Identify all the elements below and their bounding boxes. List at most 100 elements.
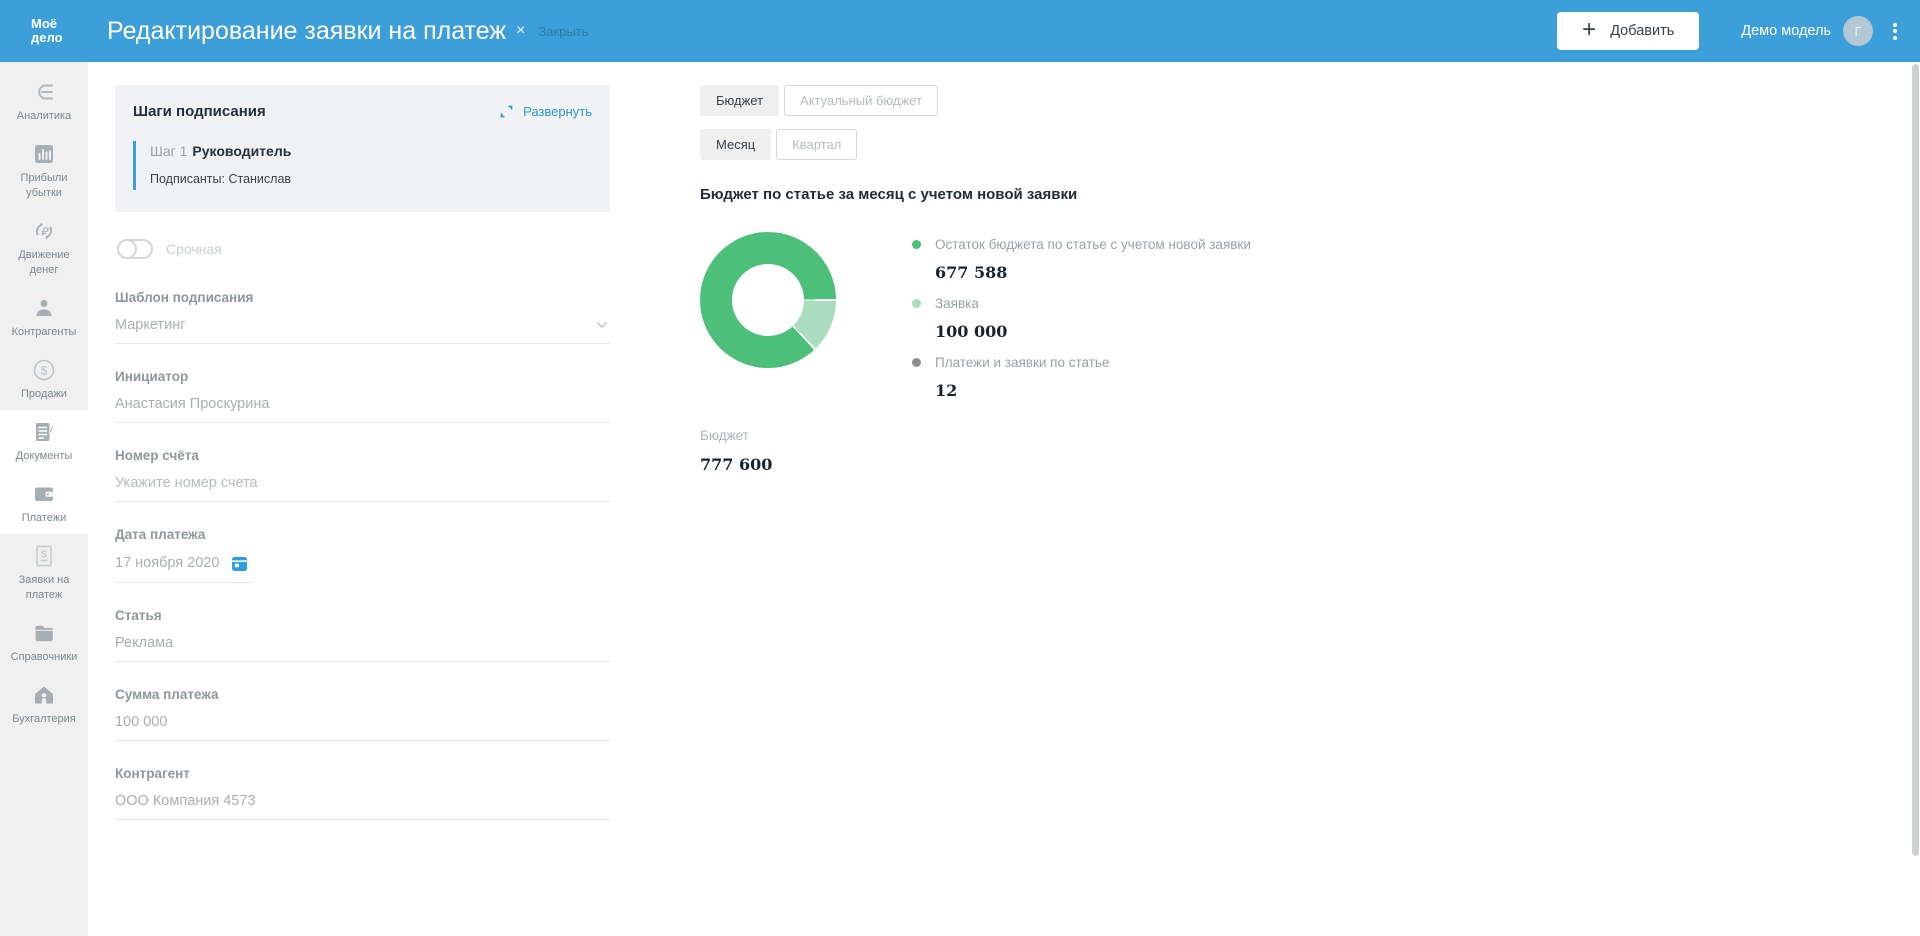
urgent-toggle[interactable] (117, 239, 153, 259)
sidebar-item-directories[interactable]: Справочники (0, 611, 88, 673)
field-value: 100 000 (115, 714, 167, 730)
sidebar-item-label: Документы (16, 449, 73, 464)
profit-loss-icon (32, 141, 56, 167)
article-input[interactable]: Реклама (115, 635, 610, 662)
tab-actual-budget[interactable]: Актуальный бюджет (784, 85, 938, 116)
urgent-toggle-label: Срочная (166, 241, 222, 257)
field-label: Номер счёта (115, 448, 610, 463)
sidebar-item-label: Контрагенты (12, 325, 77, 340)
svg-text:$: $ (41, 364, 48, 378)
field-value: Реклама (115, 635, 173, 651)
field-label: Контрагент (115, 766, 610, 781)
field-initiator: Инициатор Анастасия Проскурина (115, 369, 610, 423)
sidebar-item-label: Платежи (22, 511, 67, 526)
sidebar-item-label: Заявки на платеж (3, 573, 85, 603)
sidebar-item-sales[interactable]: $ Продажи (0, 348, 88, 410)
close-button[interactable]: Закрыть (538, 24, 588, 39)
vertical-scrollbar[interactable] (1912, 64, 1919, 856)
legend-value: 100 000 (935, 322, 1251, 341)
sidebar-item-analytics[interactable]: Аналитика (0, 70, 88, 132)
field-label: Дата платежа (115, 527, 610, 542)
step-signers: Подписанты: Станислав (150, 172, 592, 186)
field-payment-amount: Сумма платежа 100 000 (115, 687, 610, 741)
payment-amount-input[interactable]: 100 000 (115, 714, 610, 741)
contractor-input[interactable]: ООО Компания 4573 (115, 793, 610, 820)
logo-line2: дело (31, 31, 88, 45)
field-account-number: Номер счёта Укажите номер счета (115, 448, 610, 502)
sidebar-item-label: Движение денег (3, 248, 85, 278)
sidebar-item-label: Аналитика (17, 109, 71, 124)
expand-label: Развернуть (523, 104, 592, 119)
legend-dot-green (912, 240, 921, 249)
budget-chart: Остаток бюджета по статье с учетом новой… (700, 232, 1920, 414)
signing-template-select[interactable]: Маркетинг (115, 317, 610, 344)
sidebar-item-documents[interactable]: Документы (0, 410, 88, 472)
accounting-icon (32, 682, 56, 708)
close-icon[interactable]: × (516, 23, 525, 39)
payments-icon (32, 481, 56, 507)
sidebar-item-label: Бухгалтерия (12, 712, 76, 727)
field-value: 17 ноября 2020 (115, 555, 219, 571)
legend-label: Платежи и заявки по статье (935, 355, 1109, 370)
legend-item-remaining: Остаток бюджета по статье с учетом новой… (912, 237, 1251, 282)
expand-icon (499, 104, 514, 119)
expand-button[interactable]: Развернуть (499, 104, 592, 119)
plus-icon: + (1582, 18, 1596, 42)
field-article: Статья Реклама (115, 608, 610, 662)
user-account-label[interactable]: Демо модель (1741, 23, 1831, 39)
field-payment-date: Дата платежа 17 ноября 2020 (115, 527, 610, 583)
payment-date-input[interactable]: 17 ноября 2020 (115, 555, 253, 583)
tab-quarter[interactable]: Квартал (776, 129, 857, 160)
sidebar-item-contractors[interactable]: Контрагенты (0, 286, 88, 348)
sidebar-item-payments[interactable]: Платежи (0, 472, 88, 534)
logo-line1: Моё (31, 17, 88, 31)
sidebar: Аналитика Прибыли убытки ₽ Движение дене… (0, 62, 88, 936)
signing-steps-title: Шаги подписания (133, 103, 266, 120)
avatar[interactable]: Г (1843, 16, 1873, 46)
budget-view-tabs: Бюджет Актуальный бюджет (700, 85, 1920, 116)
field-label: Шаблон подписания (115, 290, 610, 305)
step-role: Руководитель (192, 143, 291, 159)
legend-item-payments: Платежи и заявки по статье 12 (912, 355, 1251, 400)
field-value: Анастасия Проскурина (115, 396, 269, 412)
legend-item-request: Заявка 100 000 (912, 296, 1251, 341)
field-label: Сумма платежа (115, 687, 610, 702)
contractors-icon (32, 295, 56, 321)
signing-step-1: Шаг 1Руководитель Подписанты: Станислав (133, 141, 592, 190)
legend-label: Заявка (935, 296, 979, 311)
analytics-icon (32, 79, 56, 105)
app-logo[interactable]: Моё дело (0, 17, 88, 45)
sidebar-item-cash-flow[interactable]: ₽ Движение денег (0, 209, 88, 286)
toggle-knob (117, 239, 137, 259)
page-title: Редактирование заявки на платеж (107, 17, 506, 46)
budget-total-label: Бюджет (700, 428, 1920, 443)
field-label: Инициатор (115, 369, 610, 384)
signing-steps-card: Шаги подписания Развернуть Шаг 1Руководи… (115, 85, 610, 212)
legend-label: Остаток бюджета по статье с учетом новой… (935, 237, 1251, 252)
sales-icon: $ (31, 357, 57, 383)
kebab-menu-icon[interactable] (1890, 16, 1900, 46)
account-number-input[interactable]: Укажите номер счета (115, 475, 610, 502)
initiator-input[interactable]: Анастасия Проскурина (115, 396, 610, 423)
tab-budget[interactable]: Бюджет (700, 85, 779, 116)
payment-requests-icon: S (32, 543, 56, 569)
chart-title: Бюджет по статье за месяц с учетом новой… (700, 186, 1920, 203)
add-button[interactable]: + Добавить (1557, 12, 1699, 50)
calendar-icon[interactable] (231, 555, 248, 572)
sidebar-item-profit-loss[interactable]: Прибыли убытки (0, 132, 88, 209)
legend-dot-light-green (912, 299, 921, 308)
legend-value: 12 (935, 381, 1251, 400)
field-value: ООО Компания 4573 (115, 793, 256, 809)
legend-value: 677 588 (935, 263, 1251, 282)
sidebar-item-label: Прибыли убытки (3, 171, 85, 201)
tab-month[interactable]: Месяц (700, 129, 771, 160)
sidebar-item-accounting[interactable]: Бухгалтерия (0, 673, 88, 735)
field-label: Статья (115, 608, 610, 623)
svg-text:S: S (41, 550, 48, 561)
sidebar-item-label: Продажи (21, 387, 67, 402)
chevron-down-icon (596, 321, 608, 329)
budget-period-tabs: Месяц Квартал (700, 129, 1920, 160)
payment-request-form: Шаги подписания Развернуть Шаг 1Руководи… (115, 85, 610, 936)
urgent-toggle-row: Срочная (117, 239, 610, 259)
sidebar-item-payment-requests[interactable]: S Заявки на платеж (0, 534, 88, 611)
